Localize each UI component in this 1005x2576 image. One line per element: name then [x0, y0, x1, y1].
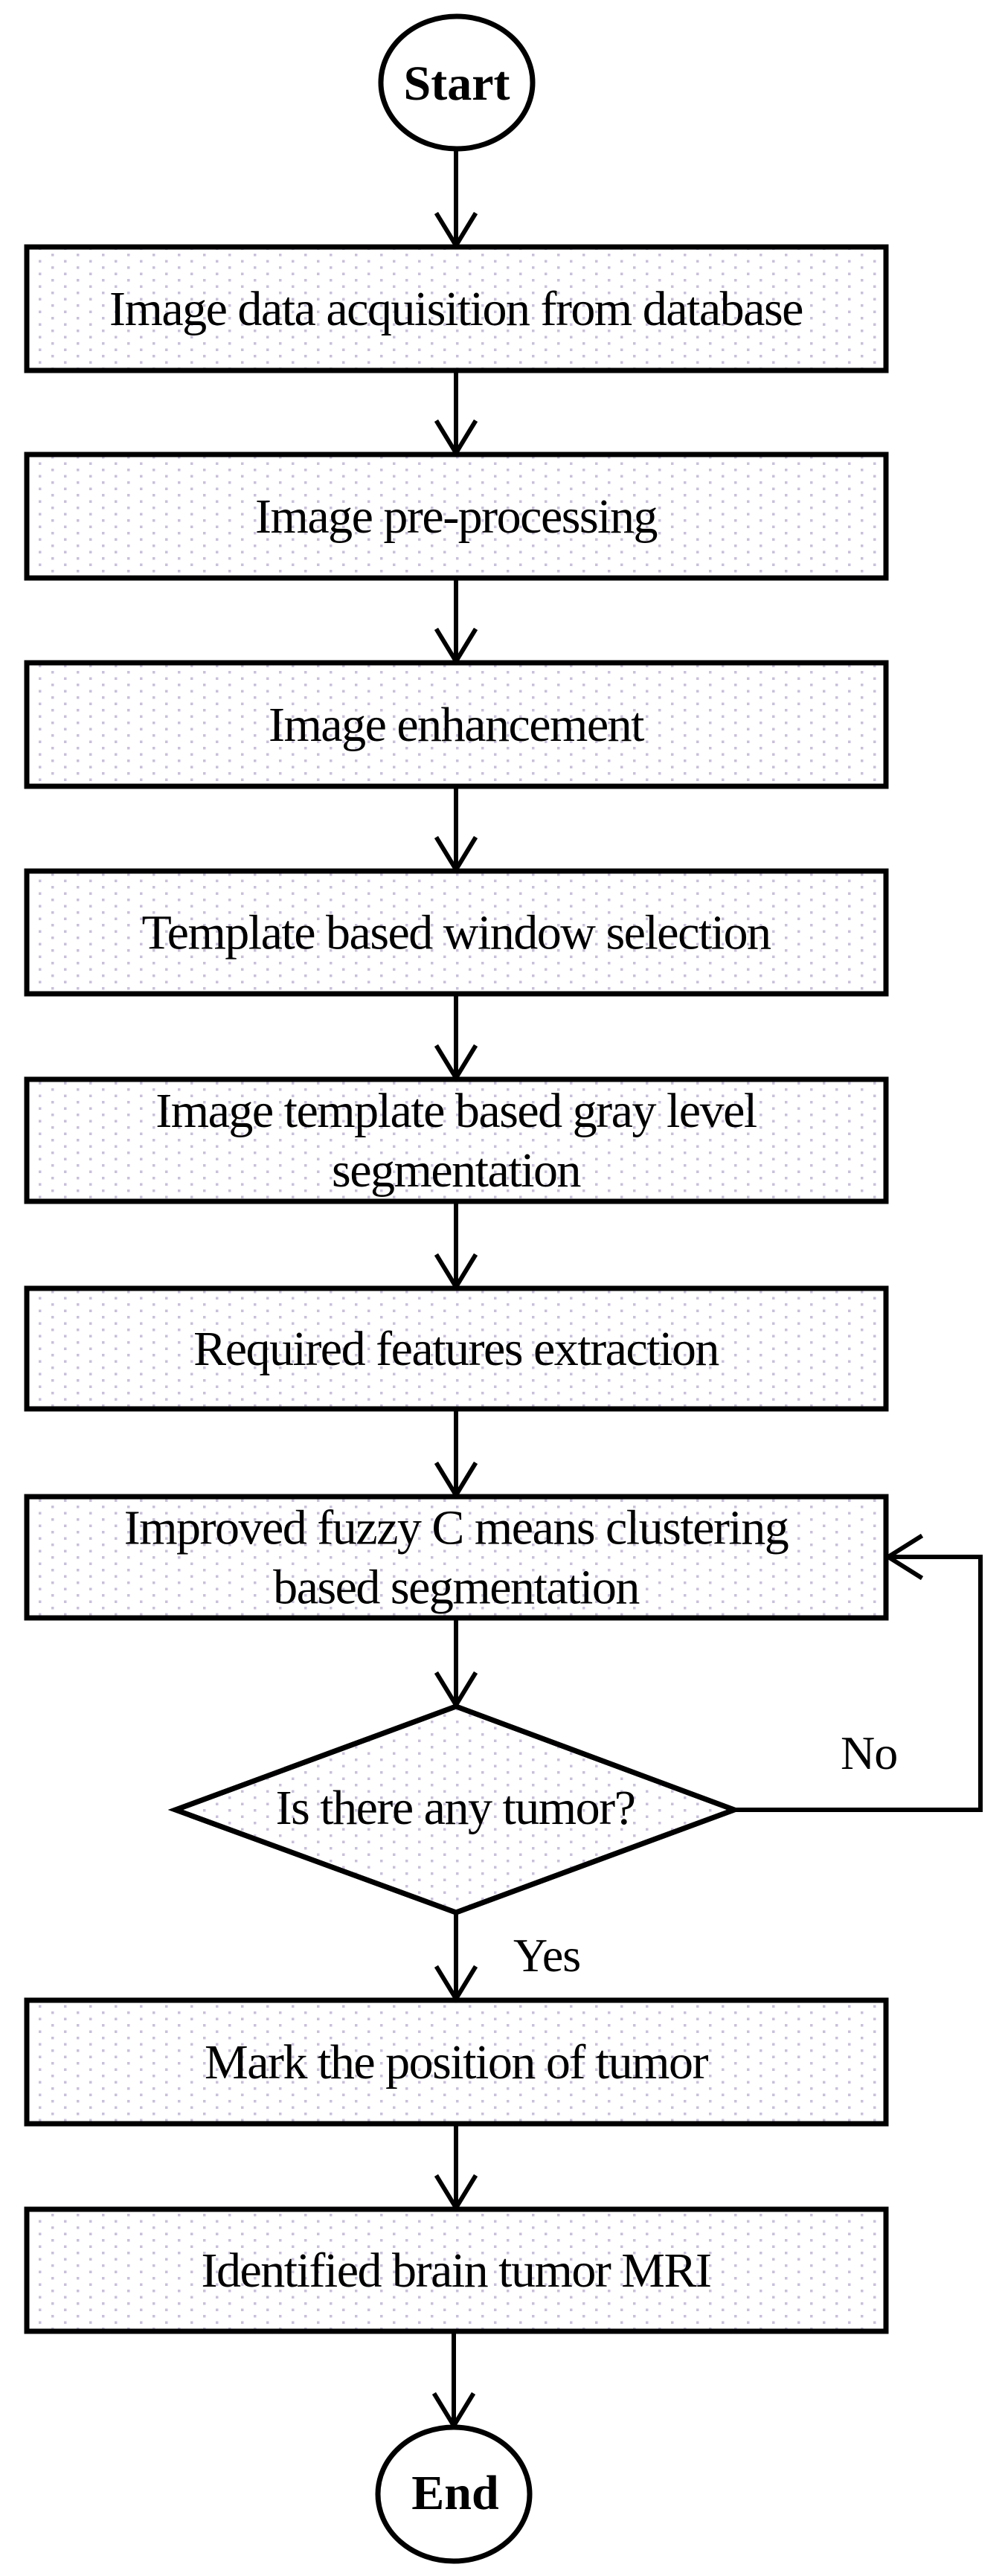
edge-step-4-to-step-5: [434, 994, 478, 1082]
end-terminal: End: [375, 2424, 533, 2564]
yes-label: Yes: [513, 1929, 580, 1982]
start-label: Start: [404, 57, 510, 111]
box-label: Image enhancement: [269, 698, 644, 752]
box-label: Identified brain tumor MRI: [201, 2243, 710, 2298]
process-box-step-6: Required features extraction: [24, 1285, 889, 1412]
process-box-step-4: Template based window selection: [24, 868, 889, 997]
process-box-step-3: Image enhancement: [24, 660, 889, 789]
edge-step-9-to-end: [431, 2331, 476, 2430]
edge-step-6-to-step-7: [434, 1409, 478, 1500]
end-label: End: [411, 2466, 498, 2520]
box-label: based segmentation: [273, 1561, 639, 1615]
decision-diamond: Is there any tumor?: [167, 1703, 742, 1915]
box-label: segmentation: [332, 1143, 580, 1198]
process-box-step-9: Identified brain tumor MRI: [24, 2206, 889, 2334]
box-label: Required features extraction: [193, 1322, 719, 1376]
box-label: Image data acquisition from database: [109, 282, 803, 336]
box-label: Image template based gray level: [155, 1084, 757, 1138]
process-box-step-5: Image template based gray levelsegmentat…: [24, 1076, 889, 1204]
edge-start-to-step-1: [434, 149, 478, 250]
box-label: Improved fuzzy C means clustering: [124, 1501, 789, 1555]
edge-step-8-to-step-9: [434, 2124, 478, 2212]
start-terminal: Start: [378, 13, 536, 152]
edge-step-5-to-step-6: [434, 1201, 478, 1291]
edge-decision-yes-to-step-8: [434, 1912, 478, 2003]
box-label: Template based window selection: [141, 906, 771, 960]
process-box-step-1: Image data acquisition from database: [24, 244, 889, 373]
edge-step-7-to-decision: [434, 1618, 478, 1709]
no-label: No: [841, 1727, 897, 1779]
edge-step-3-to-step-4: [434, 786, 478, 874]
decision-label: Is there any tumor?: [276, 1781, 635, 1835]
process-box-step-2: Image pre-processing: [24, 452, 889, 581]
process-box-step-7: Improved fuzzy C means clustering based s…: [24, 1494, 889, 1621]
process-box-step-8: Mark the position of tumor: [24, 1997, 889, 2127]
flowchart-canvas: Start Image data acquisition from databa…: [24, 13, 983, 2564]
box-label: Image pre-processing: [255, 489, 657, 544]
edge-step-1-to-step-2: [434, 370, 478, 457]
edge-step-2-to-step-3: [434, 578, 478, 666]
box-label: Mark the position of tumor: [205, 2035, 708, 2090]
